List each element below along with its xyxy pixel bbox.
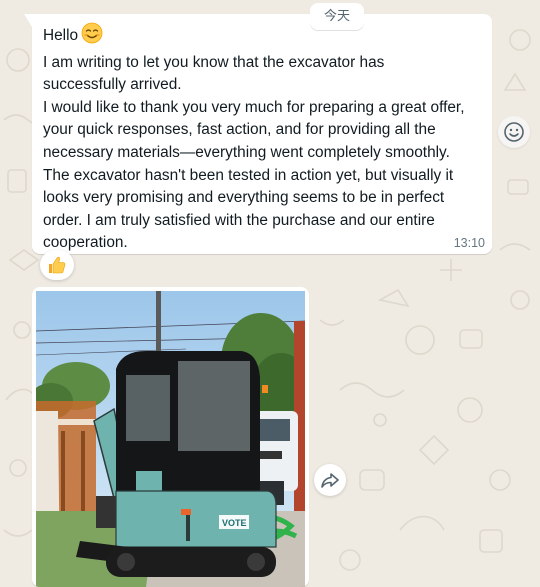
message-line: cooperation. xyxy=(43,234,128,252)
message-text: Hello I am writing to let you know that … xyxy=(43,22,491,255)
message-timestamp: 13:10 xyxy=(453,236,485,250)
excavator-photo[interactable]: VOTE xyxy=(36,291,305,587)
message-line: Hello xyxy=(43,22,491,52)
forward-button[interactable] xyxy=(314,464,346,496)
thumbs-up-emoji-icon xyxy=(49,256,66,274)
image-message-bubble[interactable]: VOTE xyxy=(32,287,309,587)
message-line: I would like to thank you very much for … xyxy=(43,98,465,116)
message-line: I am writing to let you know that the ex… xyxy=(43,53,385,71)
smiling-face-emoji-icon xyxy=(81,22,103,52)
message-line: necessary materials—everything went comp… xyxy=(43,143,450,161)
machine-brand-label: VOTE xyxy=(222,518,247,528)
message-line: your quick responses, fast action, and f… xyxy=(43,121,436,139)
date-separator-chip: 今天 xyxy=(310,3,364,30)
bubble-tail xyxy=(24,14,32,27)
thumbs-up-reaction[interactable] xyxy=(40,250,74,280)
message-line: order. I am truly satisfied with the pur… xyxy=(43,211,435,229)
add-reaction-button[interactable] xyxy=(498,116,530,148)
smiley-icon xyxy=(504,122,524,142)
message-line: The excavator hasn't been tested in acti… xyxy=(43,166,454,184)
message-line: looks very promising and everything seem… xyxy=(43,189,445,207)
message-line: successfully arrived. xyxy=(43,76,182,94)
message-bubble[interactable]: Hello I am writing to let you know that … xyxy=(24,14,492,255)
forward-icon xyxy=(321,473,339,488)
